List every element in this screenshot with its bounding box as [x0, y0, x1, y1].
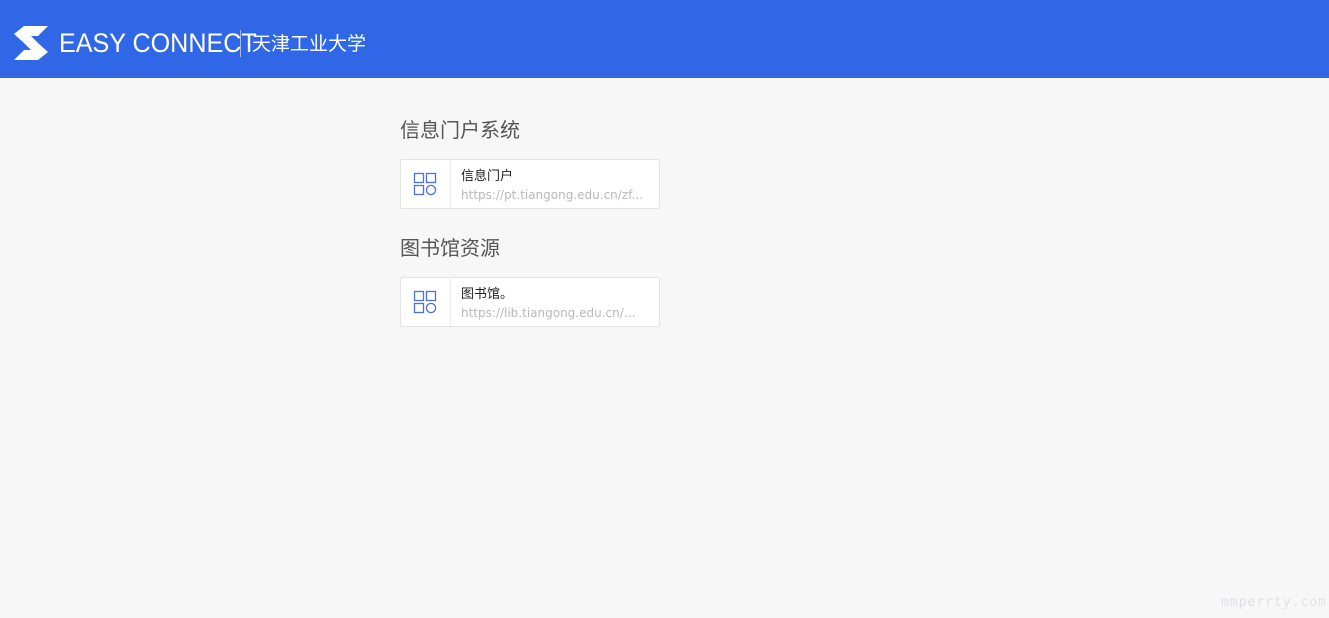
card-icon-box: [401, 278, 451, 326]
brand-name: EASY CONNECT: [59, 28, 257, 58]
resource-name: 信息门户: [461, 169, 514, 184]
watermark-text: mmperrty.com: [1221, 595, 1327, 610]
app-grid-icon: [413, 172, 437, 196]
section-title-portal: 信息门户系统: [400, 118, 520, 142]
resource-url: https://pt.tiangong.edu.cn/zf...: [461, 188, 643, 202]
resource-card-portal[interactable]: 信息门户 https://pt.tiangong.edu.cn/zf...: [400, 159, 660, 209]
section-title-library: 图书馆资源: [400, 236, 500, 260]
resource-url: https://lib.tiangong.edu.cn/m...: [461, 306, 646, 320]
resource-name: 图书馆。: [461, 287, 514, 302]
app-grid-icon: [413, 290, 437, 314]
organization-name: 天津工业大学: [252, 33, 367, 55]
easyconnect-logo-icon: [14, 26, 48, 60]
card-icon-box: [401, 160, 451, 208]
top-header: EASY CONNECT 天津工业大学: [0, 0, 1329, 78]
header-divider: [240, 30, 241, 57]
resource-card-library[interactable]: 图书馆。 https://lib.tiangong.edu.cn/m...: [400, 277, 660, 327]
